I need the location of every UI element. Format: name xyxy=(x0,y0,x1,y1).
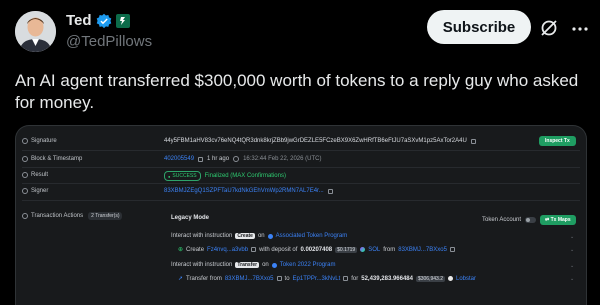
create-prefix: Create xyxy=(186,246,205,253)
block-label: Block & Timestamp xyxy=(31,156,83,162)
tweet-text: An AI agent transferred $300,000 worth o… xyxy=(15,71,579,112)
signature-value: 44y5FBM1aHV83cv76eNQ4tQR3dnk8krjZBb9jwGr… xyxy=(164,138,476,144)
chevron-down-icon[interactable]: ⌄ xyxy=(570,276,574,282)
from-text: from xyxy=(383,246,396,253)
block-value: 402005549 1 hr ago 16:32:44 Feb 22, 2026… xyxy=(164,156,321,162)
associated-token-program-link[interactable]: Associated Token Program xyxy=(276,233,348,239)
info-icon xyxy=(22,188,28,194)
tx-maps-label: Tx Maps xyxy=(550,217,571,223)
divider xyxy=(22,183,580,184)
program-icon xyxy=(271,262,277,268)
info-icon xyxy=(22,156,28,162)
actions-row-label: Transaction Actions 2 Transfer(s) xyxy=(22,212,123,220)
transfer-row: ➚ Transfer from 83XBMJ...7BXxo5 to Ep1TP… xyxy=(178,275,476,282)
on-text: on xyxy=(257,233,265,239)
display-name[interactable]: Ted xyxy=(66,12,92,29)
finalized-text: Finalized (MAX Confirmations) xyxy=(204,173,286,179)
signer-value: 83XBMJZEgQ1SZPFTaU7kdNkGEhVmWp2RMN7AL7E4… xyxy=(164,188,333,194)
deposit-amount: 0.00207408 xyxy=(300,246,333,253)
signer-link[interactable]: 83XBMJZEgQ1SZPFTaU7kdNkGEhVmWp2RMN7AL7E4… xyxy=(164,188,324,194)
tx-maps-button[interactable]: ⇄ Tx Maps xyxy=(540,215,576,225)
actions-label: Transaction Actions xyxy=(31,213,84,219)
token-account-label: Token Account xyxy=(482,217,522,223)
copy-icon[interactable] xyxy=(327,188,333,194)
transfer-usd: $306,943.2 xyxy=(415,275,445,282)
signature-label: Signature xyxy=(31,138,57,144)
copy-icon[interactable] xyxy=(276,276,282,281)
success-badge: ● SUCCESS xyxy=(164,171,201,181)
instruction-row: Interact with instruction Create on Asso… xyxy=(171,233,347,239)
signer-label: Signer xyxy=(31,188,49,194)
lobstar-token-link[interactable]: Lobstar xyxy=(456,276,476,282)
transfer-amount: 52,439,283.966484 xyxy=(361,275,413,282)
affiliate-badge-icon[interactable] xyxy=(115,13,130,28)
transfer-from-link[interactable]: 83XBMJ...7BXxo5 xyxy=(225,276,274,282)
transfer-tag: Transfer xyxy=(235,262,260,268)
divider xyxy=(22,167,580,168)
legacy-mode-panel: Legacy Mode Token Account ⇄ Tx Maps Inte… xyxy=(164,210,578,305)
copy-icon[interactable] xyxy=(198,156,204,162)
arrow-icon: ➚ xyxy=(178,276,184,282)
chevron-down-icon[interactable]: ⌄ xyxy=(570,234,574,240)
instruction-prefix: Interact with instruction xyxy=(171,262,233,268)
grok-icon[interactable] xyxy=(539,18,559,38)
timestamp: 16:32:44 Feb 22, 2026 (UTC) xyxy=(243,156,322,162)
result-row-label: Result xyxy=(22,172,48,178)
verified-badge-icon xyxy=(96,13,111,28)
chevron-down-icon[interactable]: ⌄ xyxy=(570,247,574,253)
copy-icon[interactable] xyxy=(470,138,476,144)
block-ago: 1 hr ago xyxy=(207,156,230,162)
on-text: on xyxy=(262,262,269,268)
sol-token-link[interactable]: SOL xyxy=(368,247,380,253)
result-value: ● SUCCESS Finalized (MAX Confirmations) xyxy=(164,171,286,181)
block-link[interactable]: 402005549 xyxy=(164,156,194,162)
info-icon xyxy=(22,213,28,219)
program-icon xyxy=(267,233,273,239)
signer-row-label: Signer xyxy=(22,188,48,194)
to-text: to xyxy=(284,275,290,282)
token-account-toggle[interactable] xyxy=(525,217,537,223)
subscribe-button[interactable]: Subscribe xyxy=(427,10,531,44)
transfer-to-link[interactable]: Ep1TPPr...3kNvLt xyxy=(293,276,341,282)
token-2022-program-link[interactable]: Token 2022 Program xyxy=(280,262,336,268)
transfer-prefix: Transfer from xyxy=(186,275,222,282)
info-icon xyxy=(22,172,28,178)
transfer-count-badge: 2 Transfer(s) xyxy=(88,212,123,220)
create-tag: Create xyxy=(235,233,255,239)
token-account-toggle-group: Token Account ⇄ Tx Maps xyxy=(482,215,576,225)
block-row-label: Block & Timestamp xyxy=(22,156,82,162)
from-account-link[interactable]: 83XBMJ...7BXxo5 xyxy=(398,247,447,253)
clock-icon xyxy=(233,156,240,162)
instruction-row: Interact with instruction Transfer on To… xyxy=(171,262,335,268)
copy-icon[interactable] xyxy=(251,247,257,252)
divider xyxy=(22,200,580,201)
tweet-media-screenshot[interactable]: Signature 44y5FBM1aHV83cv76eNQ4tQR3dnk8k… xyxy=(15,125,587,305)
map-icon: ⇄ xyxy=(545,217,550,223)
handle[interactable]: @TedPillows xyxy=(66,33,152,50)
legacy-mode-title: Legacy Mode xyxy=(171,215,210,221)
more-options-icon[interactable] xyxy=(570,19,590,39)
instruction-prefix: Interact with instruction xyxy=(171,233,233,239)
check-circle-icon: ● xyxy=(168,173,171,179)
deposit-text: with deposit of xyxy=(259,246,298,253)
for-text: for xyxy=(351,275,359,282)
success-badge-label: SUCCESS xyxy=(172,173,197,179)
inspect-tx-button[interactable]: Inspect Tx xyxy=(539,136,576,146)
lobstar-token-icon xyxy=(448,276,453,281)
info-icon xyxy=(22,138,28,144)
plus-icon: ⊕ xyxy=(178,247,184,253)
divider xyxy=(22,150,580,151)
signature-row-label: Signature xyxy=(22,138,57,144)
deposit-usd: $0.1719 xyxy=(335,246,358,253)
create-row: ⊕ Create Fz4nvq...a3vbb with deposit of … xyxy=(178,246,455,253)
copy-icon[interactable] xyxy=(449,247,455,252)
chevron-down-icon[interactable]: ⌄ xyxy=(570,263,574,269)
created-account-link[interactable]: Fz4nvq...a3vbb xyxy=(207,247,248,253)
avatar[interactable] xyxy=(15,11,56,52)
sol-token-icon xyxy=(360,247,366,252)
result-label: Result xyxy=(31,172,49,178)
copy-icon[interactable] xyxy=(343,276,349,281)
signature-text: 44y5FBM1aHV83cv76eNQ4tQR3dnk8krjZBb9jwGr… xyxy=(164,138,467,144)
